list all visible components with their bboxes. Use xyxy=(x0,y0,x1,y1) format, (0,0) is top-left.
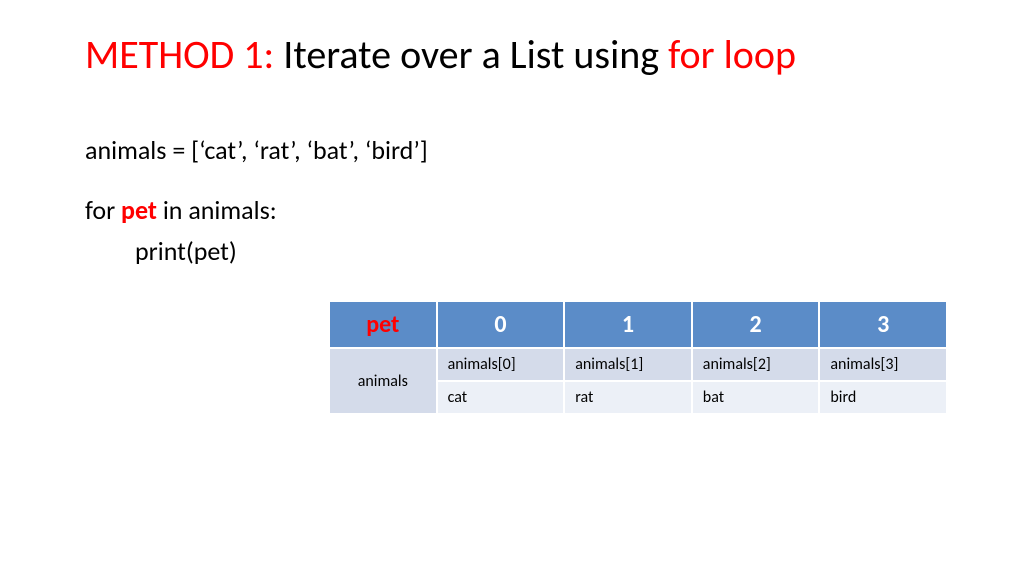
header-index-1: 1 xyxy=(564,301,692,348)
header-index-3: 3 xyxy=(819,301,947,348)
val-cell-2: bat xyxy=(692,381,820,414)
row-label-animals: animals xyxy=(329,348,437,414)
slide-title: METHOD 1: Iterate over a List using for … xyxy=(85,30,796,79)
iteration-table: pet 0 1 2 3 animals animals[0] animals[1… xyxy=(328,300,948,415)
val-cell-3: bird xyxy=(819,381,947,414)
code-line-print: print(pet) xyxy=(85,231,428,273)
code-line-for: for pet in animals: xyxy=(85,190,428,232)
table-header-row: pet 0 1 2 3 xyxy=(329,301,947,348)
header-index-0: 0 xyxy=(437,301,565,348)
ref-cell-1: animals[1] xyxy=(564,348,692,381)
code-line-assignment: animals = [‘cat’, ‘rat’, ‘bat’, ‘bird’] xyxy=(85,130,428,172)
ref-cell-3: animals[3] xyxy=(819,348,947,381)
table-ref-row: animals animals[0] animals[1] animals[2]… xyxy=(329,348,947,381)
val-cell-1: rat xyxy=(564,381,692,414)
val-cell-0: cat xyxy=(437,381,565,414)
in-clause: in animals: xyxy=(157,194,277,226)
header-pet: pet xyxy=(329,301,437,348)
ref-cell-0: animals[0] xyxy=(437,348,565,381)
ref-cell-2: animals[2] xyxy=(692,348,820,381)
code-block: animals = [‘cat’, ‘rat’, ‘bat’, ‘bird’] … xyxy=(85,130,428,273)
header-index-2: 2 xyxy=(692,301,820,348)
title-part1: METHOD 1: xyxy=(85,30,274,79)
title-part3: for loop xyxy=(668,30,796,79)
title-part2: Iterate over a List using xyxy=(274,30,668,79)
for-keyword: for xyxy=(85,194,121,226)
loop-variable: pet xyxy=(121,194,157,226)
